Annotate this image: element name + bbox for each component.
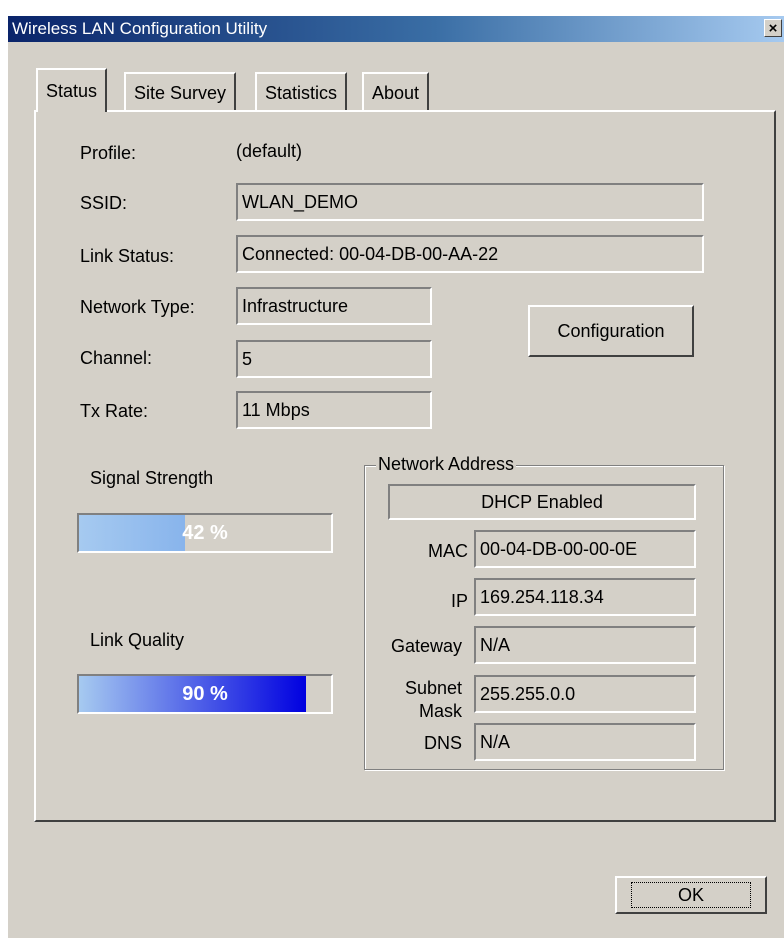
signal-strength-label: Signal Strength xyxy=(90,468,214,488)
tab-site-survey[interactable]: Site Survey xyxy=(124,72,237,110)
ip-field: 169.254.118.34 xyxy=(474,578,696,616)
dns-label: DNS xyxy=(423,733,462,753)
subnet-label-line2: Mask xyxy=(418,701,462,721)
window-title: Wireless LAN Configuration Utility xyxy=(12,19,268,38)
title-bar[interactable]: Wireless LAN Configuration Utility × xyxy=(8,16,784,42)
link-quality-label: Link Quality xyxy=(90,630,185,650)
close-icon[interactable]: × xyxy=(764,19,782,37)
subnet-mask-field: 255.255.0.0 xyxy=(474,675,696,713)
profile-value: (default) xyxy=(236,141,303,161)
tab-site-survey-label: Site Survey xyxy=(134,83,227,103)
subnet-label-line1: Subnet xyxy=(404,678,462,698)
dhcp-status-field: DHCP Enabled xyxy=(388,484,696,520)
channel-label: Channel: xyxy=(80,348,153,368)
network-type-label: Network Type: xyxy=(80,297,195,317)
ssid-field: WLAN_DEMO xyxy=(236,183,704,221)
mac-label: MAC xyxy=(428,541,468,561)
link-status-field: Connected: 00-04-DB-00-AA-22 xyxy=(236,235,704,273)
tx-rate-field: 11 Mbps xyxy=(236,391,432,429)
ok-button[interactable]: OK xyxy=(615,876,767,914)
gateway-field: N/A xyxy=(474,626,696,664)
ok-button-label: OK xyxy=(630,882,751,908)
signal-strength-percent: 42 % xyxy=(182,522,228,544)
tab-status-label: Status xyxy=(46,81,98,101)
dns-field: N/A xyxy=(474,723,696,761)
ssid-label: SSID: xyxy=(80,193,128,213)
link-quality-percent: 90 % xyxy=(182,683,228,705)
tab-statistics-label: Statistics xyxy=(265,83,338,103)
link-quality-bar: 90 % xyxy=(77,674,333,714)
configuration-button[interactable]: Configuration xyxy=(528,305,694,357)
link-status-label: Link Status: xyxy=(80,246,175,266)
gateway-label: Gateway xyxy=(390,636,462,656)
network-address-legend: Network Address xyxy=(376,454,517,475)
ip-label: IP xyxy=(450,591,468,611)
tab-about[interactable]: About xyxy=(362,72,430,110)
tx-rate-label: Tx Rate: xyxy=(80,401,149,421)
signal-strength-bar: 42 % xyxy=(77,513,333,553)
channel-field: 5 xyxy=(236,340,432,378)
tab-statistics[interactable]: Statistics xyxy=(255,72,348,110)
mac-field: 00-04-DB-00-00-0E xyxy=(474,530,696,568)
tab-status[interactable]: Status xyxy=(36,68,108,112)
profile-label: Profile: xyxy=(80,143,137,163)
tab-about-label: About xyxy=(372,83,420,103)
network-type-field: Infrastructure xyxy=(236,287,432,325)
